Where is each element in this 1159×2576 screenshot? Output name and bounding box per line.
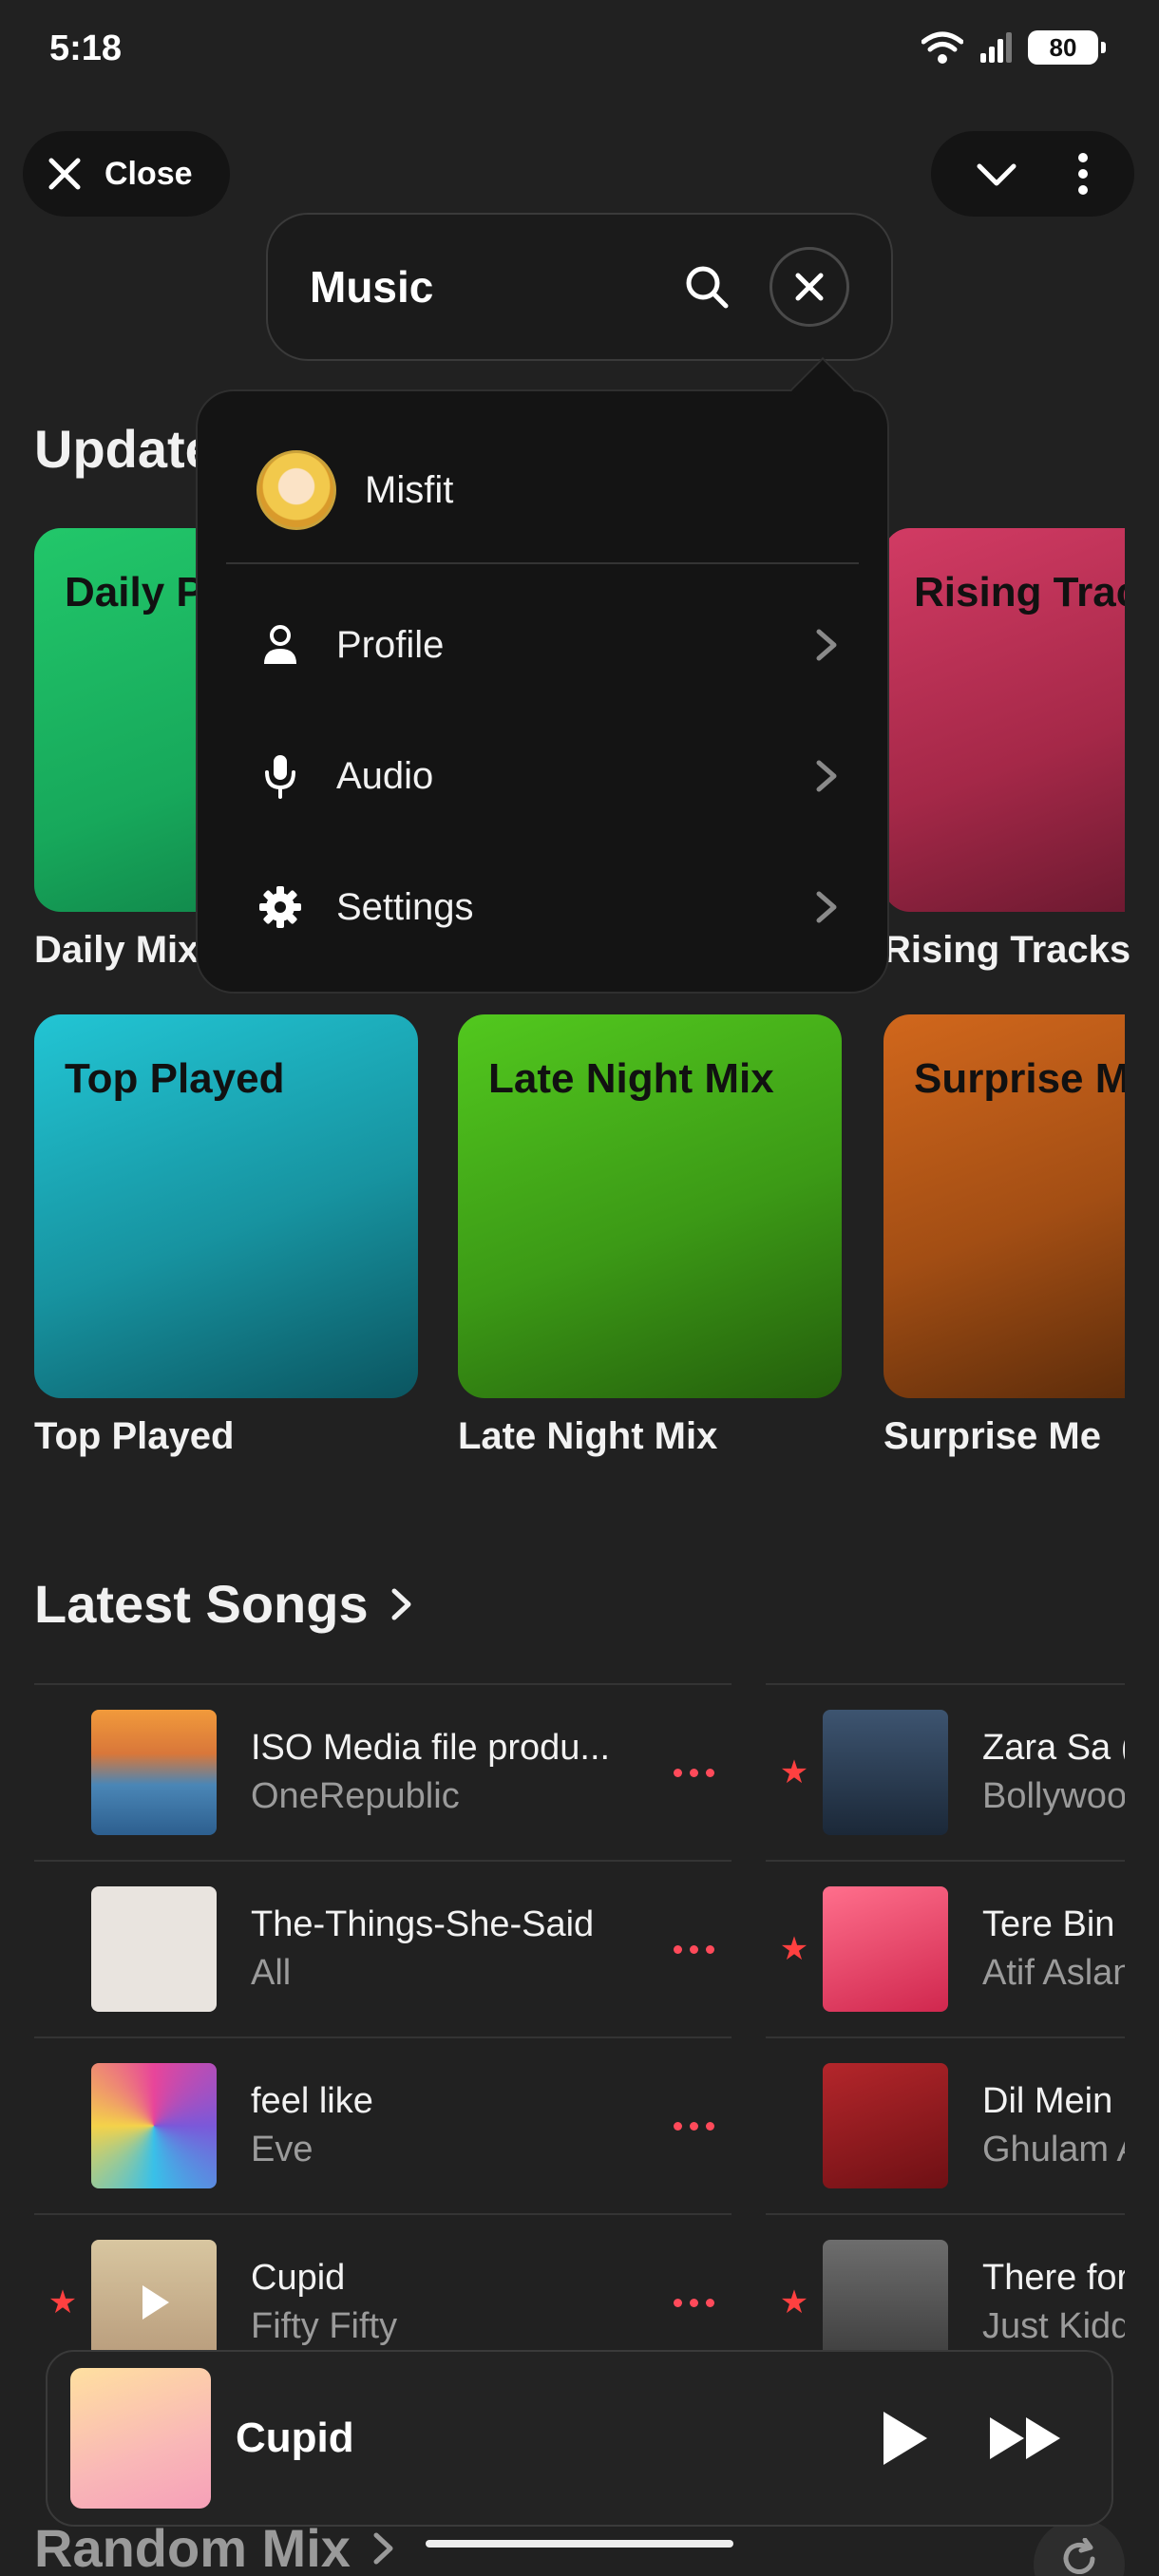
search-icon[interactable]	[682, 262, 732, 312]
album-art	[91, 1710, 217, 1835]
chevron-down-icon[interactable]	[974, 151, 1019, 197]
wifi-icon	[922, 31, 963, 64]
star-icon: ★	[779, 2284, 809, 2320]
menu-item-settings[interactable]: Settings	[256, 864, 840, 950]
close-icon	[795, 273, 824, 301]
signal-icon	[980, 32, 1012, 63]
tile-surprise-me[interactable]: Surprise Me	[884, 1014, 1125, 1398]
song-artist: All	[251, 1953, 292, 1993]
star-icon: ★	[48, 2284, 78, 2320]
close-icon	[48, 158, 81, 190]
song-row[interactable]: ★ Tere Bin Atif Aslan	[766, 1862, 1125, 2036]
close-button[interactable]: Close	[23, 131, 230, 217]
song-artist: Atif Aslan	[982, 1953, 1125, 1993]
star-icon: ★	[779, 1754, 809, 1790]
song-title: Tere Bin	[982, 1904, 1115, 1944]
menu-item-label: Audio	[336, 754, 434, 797]
song-title: Dil Mein E	[982, 2081, 1125, 2121]
tile-caption: Surprise Me	[884, 1415, 1101, 1457]
chevron-right-icon	[816, 760, 837, 792]
chevron-right-icon	[816, 891, 837, 923]
song-row[interactable]: ★ Zara Sa ( Bollywoo	[766, 1685, 1125, 1860]
more-vertical-icon[interactable]	[1074, 151, 1092, 197]
tile-title: Rising Tracks	[914, 569, 1125, 616]
star-icon: ★	[779, 1931, 809, 1967]
song-artist: Ghulam A	[982, 2130, 1125, 2169]
tile-late-night-mix[interactable]: Late Night Mix	[458, 1014, 842, 1398]
menu-item-audio[interactable]: Audio	[256, 733, 840, 819]
refresh-button[interactable]	[1034, 2519, 1125, 2576]
menu-divider	[226, 562, 859, 564]
more-options-icon[interactable]	[656, 2298, 732, 2307]
section-title-latest: Latest Songs	[34, 1574, 369, 1634]
song-title: There for	[982, 2258, 1125, 2298]
menu-item-profile[interactable]: Profile	[256, 602, 840, 688]
more-options-icon[interactable]	[656, 1944, 732, 1954]
avatar	[256, 450, 336, 530]
latest-songs-header[interactable]: Latest Songs	[34, 1573, 414, 1635]
search-bar[interactable]: Music	[266, 213, 893, 361]
home-indicator	[426, 2540, 733, 2548]
more-options-icon[interactable]	[656, 1768, 732, 1777]
status-icons: 80	[922, 30, 1106, 65]
tile-top-played[interactable]: Top Played	[34, 1014, 418, 1398]
song-row[interactable]: ★ ISO Media file produ... OneRepublic	[34, 1685, 732, 1860]
album-art	[91, 2240, 217, 2365]
menu-item-label: Settings	[336, 885, 474, 928]
status-time: 5:18	[49, 28, 123, 68]
gear-icon	[259, 886, 301, 928]
chevron-right-icon	[373, 2532, 393, 2564]
clear-search-button[interactable]	[770, 247, 849, 327]
battery-indicator: 80	[1028, 30, 1106, 65]
album-art	[823, 2063, 948, 2188]
song-title: Cupid	[251, 2258, 346, 2298]
album-art	[823, 1886, 948, 2012]
song-row[interactable]: ★ Dil Mein E Ghulam A	[766, 2038, 1125, 2213]
menu-item-label: Profile	[336, 623, 445, 666]
latest-songs-right: ★ Zara Sa ( Bollywoo ★ Tere Bin Atif Asl…	[766, 1683, 1125, 2390]
refresh-icon	[1063, 2538, 1095, 2574]
song-title: ISO Media file produ...	[251, 1728, 611, 1768]
play-icon[interactable]	[872, 2408, 933, 2469]
album-art	[70, 2368, 211, 2509]
album-art	[91, 2063, 217, 2188]
album-art	[823, 2240, 948, 2365]
tile-rising-tracks[interactable]: Rising Tracks	[884, 528, 1125, 912]
top-actions	[931, 131, 1134, 217]
song-artist: Just Kidd	[982, 2306, 1125, 2346]
menu-user[interactable]: Misfit	[256, 450, 453, 530]
more-options-icon[interactable]	[656, 2121, 732, 2131]
tile-caption: Rising Tracks	[884, 929, 1131, 971]
chevron-right-icon	[816, 629, 837, 661]
close-label: Close	[104, 155, 193, 192]
song-artist: Eve	[251, 2130, 314, 2169]
song-row[interactable]: ★ feel like Eve	[34, 2038, 732, 2213]
player-title: Cupid	[236, 2415, 354, 2461]
song-title: Zara Sa (	[982, 1728, 1125, 1768]
fast-forward-icon[interactable]	[986, 2412, 1066, 2465]
song-row[interactable]: ★ The-Things-She-Said All	[34, 1862, 732, 2036]
user-name: Misfit	[365, 468, 454, 511]
song-artist: Fifty Fifty	[251, 2306, 398, 2346]
tile-title: Late Night Mix	[488, 1055, 774, 1102]
search-input[interactable]: Music	[310, 261, 682, 313]
mini-player[interactable]: Cupid	[46, 2350, 1113, 2527]
tile-title: Top Played	[65, 1055, 285, 1102]
person-icon	[264, 625, 296, 664]
song-title: The-Things-She-Said	[251, 1904, 595, 1944]
latest-songs-left: ★ ISO Media file produ... OneRepublic ★ …	[34, 1683, 732, 2390]
microphone-icon	[265, 755, 295, 799]
tile-caption: Late Night Mix	[458, 1415, 718, 1457]
tile-title: Surprise Me	[914, 1055, 1125, 1102]
tile-caption: Daily Mix	[34, 929, 200, 971]
album-art	[91, 1886, 217, 2012]
account-menu: Misfit Profile Audio Settings	[196, 389, 889, 994]
song-artist: Bollywoo	[982, 1776, 1125, 1816]
tile-caption: Top Played	[34, 1415, 235, 1457]
song-artist: OneRepublic	[251, 1776, 460, 1816]
album-art	[823, 1710, 948, 1835]
play-overlay-icon	[142, 2285, 169, 2320]
chevron-right-icon	[391, 1588, 411, 1619]
song-title: feel like	[251, 2081, 373, 2121]
